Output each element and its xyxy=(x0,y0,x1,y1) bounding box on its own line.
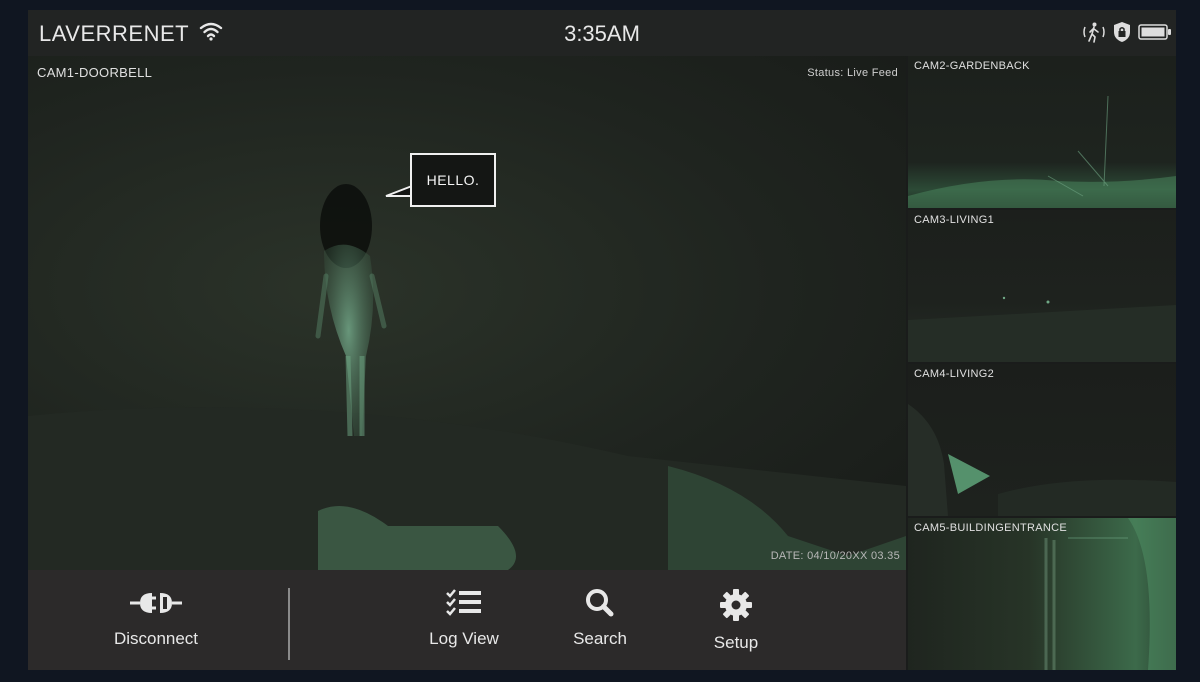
clock: 3:35AM xyxy=(564,21,640,46)
living-room-scene xyxy=(908,296,1176,362)
toolbar-divider xyxy=(288,588,290,660)
night-vision-scene xyxy=(28,184,906,570)
log-view-button[interactable]: Log View xyxy=(404,588,524,649)
battery-icon xyxy=(1138,23,1172,46)
side-camera-name: CAM4-LIVING2 xyxy=(914,368,995,380)
feed-date: DATE: 04/10/20XX 03.35 xyxy=(770,550,900,562)
side-camera-feed[interactable]: CAM3-LIVING1 xyxy=(908,210,1176,362)
search-icon xyxy=(584,588,616,623)
plug-disconnect-icon xyxy=(128,588,184,623)
camera-app-window: LAVERRENET 3:35AM CAM1-DOORBELL Status: … xyxy=(28,10,1176,670)
setup-label: Setup xyxy=(713,633,759,652)
side-camera-name: CAM5-BUILDINGENTRANCE xyxy=(914,522,1067,534)
main-camera-name: CAM1-DOORBELL xyxy=(37,65,153,80)
side-camera-feed[interactable]: CAM2-GARDENBACK xyxy=(908,56,1176,208)
motion-walk-icon[interactable] xyxy=(1082,21,1106,48)
setup-button[interactable]: Setup xyxy=(676,588,796,653)
main-camera-feed[interactable]: CAM1-DOORBELL Status: Live Feed HELLO. D… xyxy=(28,56,906,570)
disconnect-label: Disconnect xyxy=(113,629,199,648)
bottom-toolbar: Disconnect Log View Search Setup xyxy=(28,570,906,670)
side-camera-name: CAM2-GARDENBACK xyxy=(914,60,1030,72)
hallway-scene xyxy=(908,404,1176,516)
search-label: Search xyxy=(573,629,627,648)
feed-status: Status: Live Feed xyxy=(807,67,898,79)
garden-scene xyxy=(908,95,1176,208)
shield-lock-icon[interactable] xyxy=(1112,21,1132,48)
top-status-bar: LAVERRENET 3:35AM xyxy=(28,10,1176,56)
disconnect-button[interactable]: Disconnect xyxy=(96,588,216,649)
speech-bubble: HELLO. xyxy=(410,153,496,207)
side-camera-feed[interactable]: CAM4-LIVING2 xyxy=(908,364,1176,516)
checklist-icon xyxy=(444,588,484,623)
building-entrance-scene xyxy=(1044,518,1176,670)
side-camera-name: CAM3-LIVING1 xyxy=(914,214,995,226)
log-view-label: Log View xyxy=(429,629,499,648)
side-camera-feed[interactable]: CAM5-BUILDINGENTRANCE xyxy=(908,518,1176,670)
gear-icon xyxy=(719,588,753,627)
status-icons xyxy=(1082,21,1172,48)
search-button[interactable]: Search xyxy=(540,588,660,649)
